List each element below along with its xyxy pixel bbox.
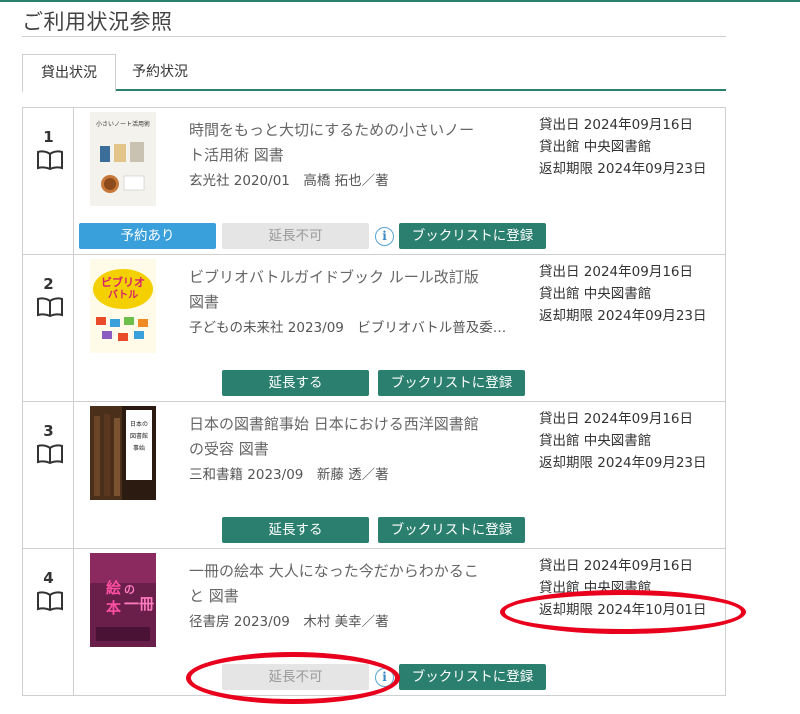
svg-text:一冊: 一冊 (124, 595, 154, 613)
book-cover[interactable]: 小さいノート活用術 (90, 112, 156, 206)
svg-text:事始: 事始 (133, 444, 145, 452)
loan-row: 3 日本の 図書館 事始 日本の図書館事始 日本における西洋図書館の受容 図書 … (23, 402, 725, 549)
svg-text:日本の: 日本の (130, 420, 148, 428)
book-title[interactable]: 一冊の絵本 大人になった今だからわかること 図書 (189, 559, 489, 609)
row-number-cell: 4 (23, 549, 74, 696)
extend-disabled-button: 延長不可 (222, 223, 369, 249)
open-book-icon (37, 150, 63, 170)
tab-loan-status[interactable]: 貸出状況 (22, 54, 116, 93)
row-number: 3 (43, 422, 54, 440)
book-title[interactable]: 時間をもっと大切にするための小さいノート活用術 図書 (189, 118, 489, 168)
loan-info: 貸出日 2024年09月16日 貸出館 中央図書館 返却期限 2024年09月2… (539, 114, 707, 180)
title-divider (22, 36, 726, 37)
add-to-booklist-button[interactable]: ブックリストに登録 (399, 223, 546, 249)
loan-row: 4 絵 本 の 一冊 一冊の絵本 大人になった今だからわかること 図書 径書房 … (23, 549, 725, 696)
row-number-cell: 2 (23, 255, 74, 401)
add-to-booklist-button[interactable]: ブックリストに登録 (399, 664, 546, 690)
info-icon[interactable]: i (375, 668, 394, 687)
book-publisher: 径書房 2023/09 木村 美幸／著 (189, 614, 389, 630)
extend-loan-button[interactable]: 延長する (222, 370, 369, 396)
loan-row: 1 小さいノート活用術 時間をもっと大切にするための小さいノート活用術 図書 玄… (23, 108, 725, 255)
loan-library: 貸出館 中央図書館 (539, 139, 652, 155)
book-publisher: 三和書籍 2023/09 新藤 透／著 (189, 467, 389, 483)
loan-info: 貸出日 2024年09月16日 貸出館 中央図書館 返却期限 2024年09月2… (539, 261, 707, 327)
book-cover[interactable]: ビブリオ バトル (90, 259, 156, 353)
loan-library: 貸出館 中央図書館 (539, 286, 652, 302)
row-number: 2 (43, 275, 54, 293)
due-date: 返却期限 2024年10月01日 (539, 602, 707, 618)
loan-list: 1 小さいノート活用術 時間をもっと大切にするための小さいノート活用術 図書 玄… (22, 107, 726, 696)
loan-date: 貸出日 2024年09月16日 (539, 558, 694, 574)
svg-text:バトル: バトル (108, 289, 138, 301)
loan-date: 貸出日 2024年09月16日 (539, 411, 694, 427)
info-icon[interactable]: i (375, 227, 394, 246)
book-cover[interactable]: 日本の 図書館 事始 (90, 406, 156, 500)
tab-bar: 貸出状況 予約状況 (22, 54, 726, 93)
open-book-icon (37, 444, 63, 464)
row-number-cell: 3 (23, 402, 74, 548)
add-to-booklist-button[interactable]: ブックリストに登録 (378, 370, 525, 396)
row-number: 4 (43, 569, 54, 587)
book-cover[interactable]: 絵 本 の 一冊 (90, 553, 156, 647)
reserved-badge: 予約あり (79, 223, 216, 249)
book-title[interactable]: 日本の図書館事始 日本における西洋図書館の受容 図書 (189, 412, 489, 462)
svg-text:小さいノート活用術: 小さいノート活用術 (96, 120, 150, 128)
open-book-icon (37, 591, 63, 611)
due-date: 返却期限 2024年09月23日 (539, 455, 707, 471)
page-title: ご利用状況参照 (22, 10, 173, 34)
row-number-cell: 1 (23, 108, 74, 254)
row-number: 1 (43, 128, 54, 146)
svg-text:本: 本 (106, 599, 121, 617)
open-book-icon (37, 297, 63, 317)
book-publisher: 子どもの未来社 2023/09 ビブリオバトル普及委… (189, 320, 507, 336)
loan-library: 貸出館 中央図書館 (539, 433, 652, 449)
due-date: 返却期限 2024年09月23日 (539, 161, 707, 177)
svg-text:図書館: 図書館 (130, 432, 148, 440)
loan-row: 2 ビブリオ バトル ビブリオバトルガイドブック ルール改訂版 図書 子どもの未… (23, 255, 725, 402)
svg-text:ビブリオ: ビブリオ (101, 275, 145, 289)
top-accent-rule (0, 0, 800, 2)
loan-info: 貸出日 2024年09月16日 貸出館 中央図書館 返却期限 2024年10月0… (539, 555, 707, 621)
book-title[interactable]: ビブリオバトルガイドブック ルール改訂版 図書 (189, 265, 489, 315)
extend-loan-button[interactable]: 延長する (222, 517, 369, 543)
svg-text:絵: 絵 (106, 579, 121, 597)
extend-disabled-button: 延長不可 (222, 664, 369, 690)
due-date: 返却期限 2024年09月23日 (539, 308, 707, 324)
loan-library: 貸出館 中央図書館 (539, 580, 652, 596)
loan-date: 貸出日 2024年09月16日 (539, 117, 694, 133)
book-publisher: 玄光社 2020/01 高橋 拓也／著 (189, 173, 389, 189)
tab-reservation-status[interactable]: 予約状況 (118, 54, 202, 91)
loan-info: 貸出日 2024年09月16日 貸出館 中央図書館 返却期限 2024年09月2… (539, 408, 707, 474)
add-to-booklist-button[interactable]: ブックリストに登録 (378, 517, 525, 543)
loan-date: 貸出日 2024年09月16日 (539, 264, 694, 280)
